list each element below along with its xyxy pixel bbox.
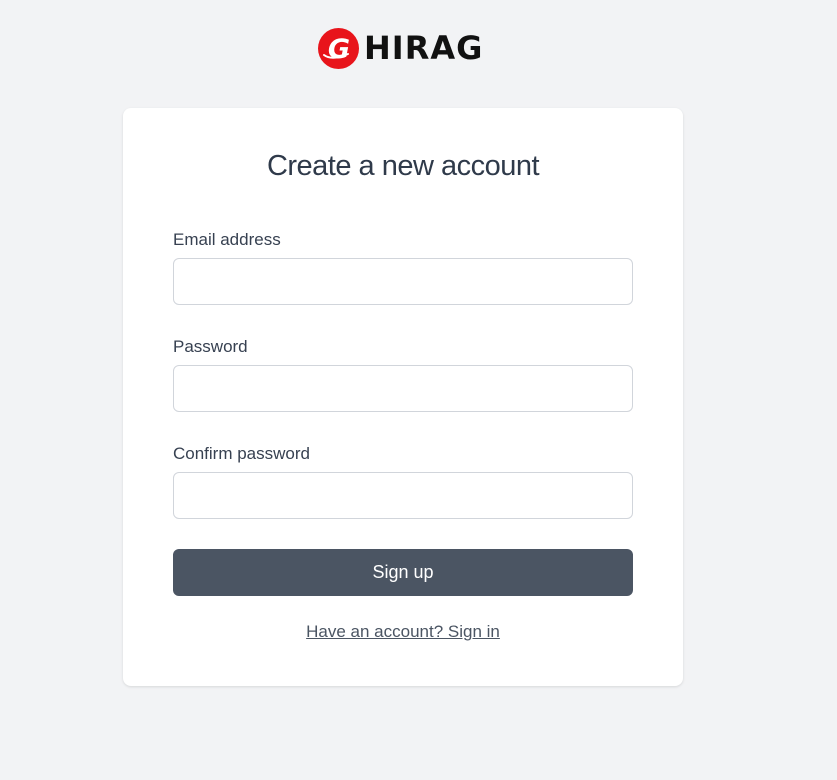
sign-up-button[interactable]: Sign up [173, 549, 633, 596]
brand-mark-icon: G [318, 27, 359, 69]
sign-in-link[interactable]: Have an account? Sign in [306, 622, 500, 641]
password-label: Password [173, 337, 248, 356]
email-field[interactable] [173, 258, 633, 305]
confirm-password-label: Confirm password [173, 444, 310, 463]
signup-card: Create a new account Email address Passw… [123, 108, 683, 686]
email-label: Email address [173, 230, 281, 249]
brand-logo: G HIRAG [318, 26, 483, 70]
brand-mark-letter: G [328, 34, 350, 65]
brand-name: HIRAG [364, 29, 484, 67]
page-title: Create a new account [266, 150, 540, 182]
password-field[interactable] [173, 365, 633, 412]
signin-link-container: Have an account? Sign in [123, 622, 683, 642]
confirm-password-field[interactable] [173, 472, 633, 519]
